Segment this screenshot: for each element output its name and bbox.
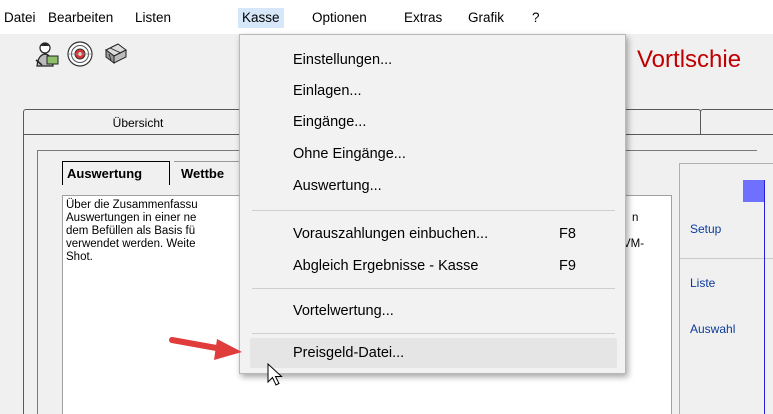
menu-bearbeiten[interactable]: Bearbeiten [47, 8, 114, 28]
menu-datei[interactable]: Datei [3, 8, 37, 28]
menu-item-label: Preisgeld-Datei... [293, 345, 405, 361]
menu-item-auswertung[interactable]: Auswertung... [250, 171, 617, 201]
text-line: verwendet werden. Weite [66, 238, 196, 250]
shortcut-f9: F9 [559, 258, 576, 274]
menu-item-label: Ohne Eingänge... [293, 146, 406, 162]
liste-label: Liste [690, 276, 716, 290]
menu-item-abgleich[interactable]: Abgleich Ergebnisse - Kasse F9 [250, 251, 617, 281]
tab-right-2[interactable] [700, 109, 773, 135]
blue-marker [743, 180, 765, 202]
tab-uebersicht[interactable]: Übersicht [23, 109, 253, 135]
menu-item-ohne-eingaenge[interactable]: Ohne Eingänge... [250, 139, 617, 169]
auswahl-label: Auswahl [690, 322, 736, 336]
menu-optionen[interactable]: Optionen [311, 8, 368, 28]
menu-item-label: Abgleich Ergebnisse - Kasse [293, 258, 479, 274]
text-line: dem Befüllen als Basis fü [66, 225, 196, 237]
menu-item-preisgeld-datei[interactable]: Preisgeld-Datei... [250, 338, 617, 368]
timeline-line [764, 180, 765, 414]
menu-extras[interactable]: Extras [403, 8, 443, 28]
menu-separator [252, 333, 615, 334]
text-line-fragment: n [632, 212, 639, 224]
panel-row-setup[interactable]: Setup [680, 199, 773, 259]
text-line: Shot. [66, 251, 93, 263]
panel-row-auswahl[interactable]: Auswahl [680, 304, 773, 344]
tab-auswertung[interactable]: Auswertung [62, 161, 170, 185]
cash-bundle-icon[interactable] [101, 40, 129, 68]
menu-bar: Datei Bearbeiten Listen Kasse Optionen E… [0, 0, 773, 34]
menu-item-label: Einlagen... [293, 83, 362, 99]
menu-separator [252, 288, 615, 289]
menu-item-einstellungen[interactable]: Einstellungen... [250, 45, 617, 75]
text-line: Über die Zusammenfassu [66, 199, 198, 211]
text-line: Auswertungen in einer ne [66, 212, 197, 224]
menu-item-vortelwertung[interactable]: Vortelwertung... [250, 296, 617, 326]
menu-item-label: Auswertung... [293, 178, 382, 194]
menu-separator [252, 210, 615, 211]
menu-item-vorauszahlungen[interactable]: Vorauszahlungen einbuchen... F8 [250, 219, 617, 249]
menu-listen[interactable]: Listen [134, 8, 172, 28]
menu-kasse[interactable]: Kasse [238, 8, 284, 28]
menu-item-label: Einstellungen... [293, 52, 393, 68]
menu-item-label: Eingänge... [293, 114, 367, 130]
setup-label: Setup [690, 222, 722, 236]
kasse-dropdown-menu: Einstellungen... Einlagen... Eingänge...… [239, 34, 626, 374]
menu-item-eingaenge[interactable]: Eingänge... [250, 107, 617, 137]
app-brand-title: Vortlschie [637, 46, 742, 73]
person-cash-icon[interactable] [32, 40, 60, 68]
text-line-fragment: VM- [623, 238, 645, 250]
menu-item-label: Vortelwertung... [293, 303, 394, 319]
tab-right-1[interactable] [621, 109, 701, 135]
menu-grafik[interactable]: Grafik [467, 8, 505, 28]
panel-row-liste[interactable]: Liste [680, 259, 773, 299]
menu-item-label: Vorauszahlungen einbuchen... [293, 226, 489, 242]
menu-help[interactable]: ? [531, 8, 541, 28]
target-icon[interactable] [66, 40, 94, 68]
shortcut-f8: F8 [559, 226, 576, 242]
menu-item-einlagen[interactable]: Einlagen... [250, 76, 617, 106]
